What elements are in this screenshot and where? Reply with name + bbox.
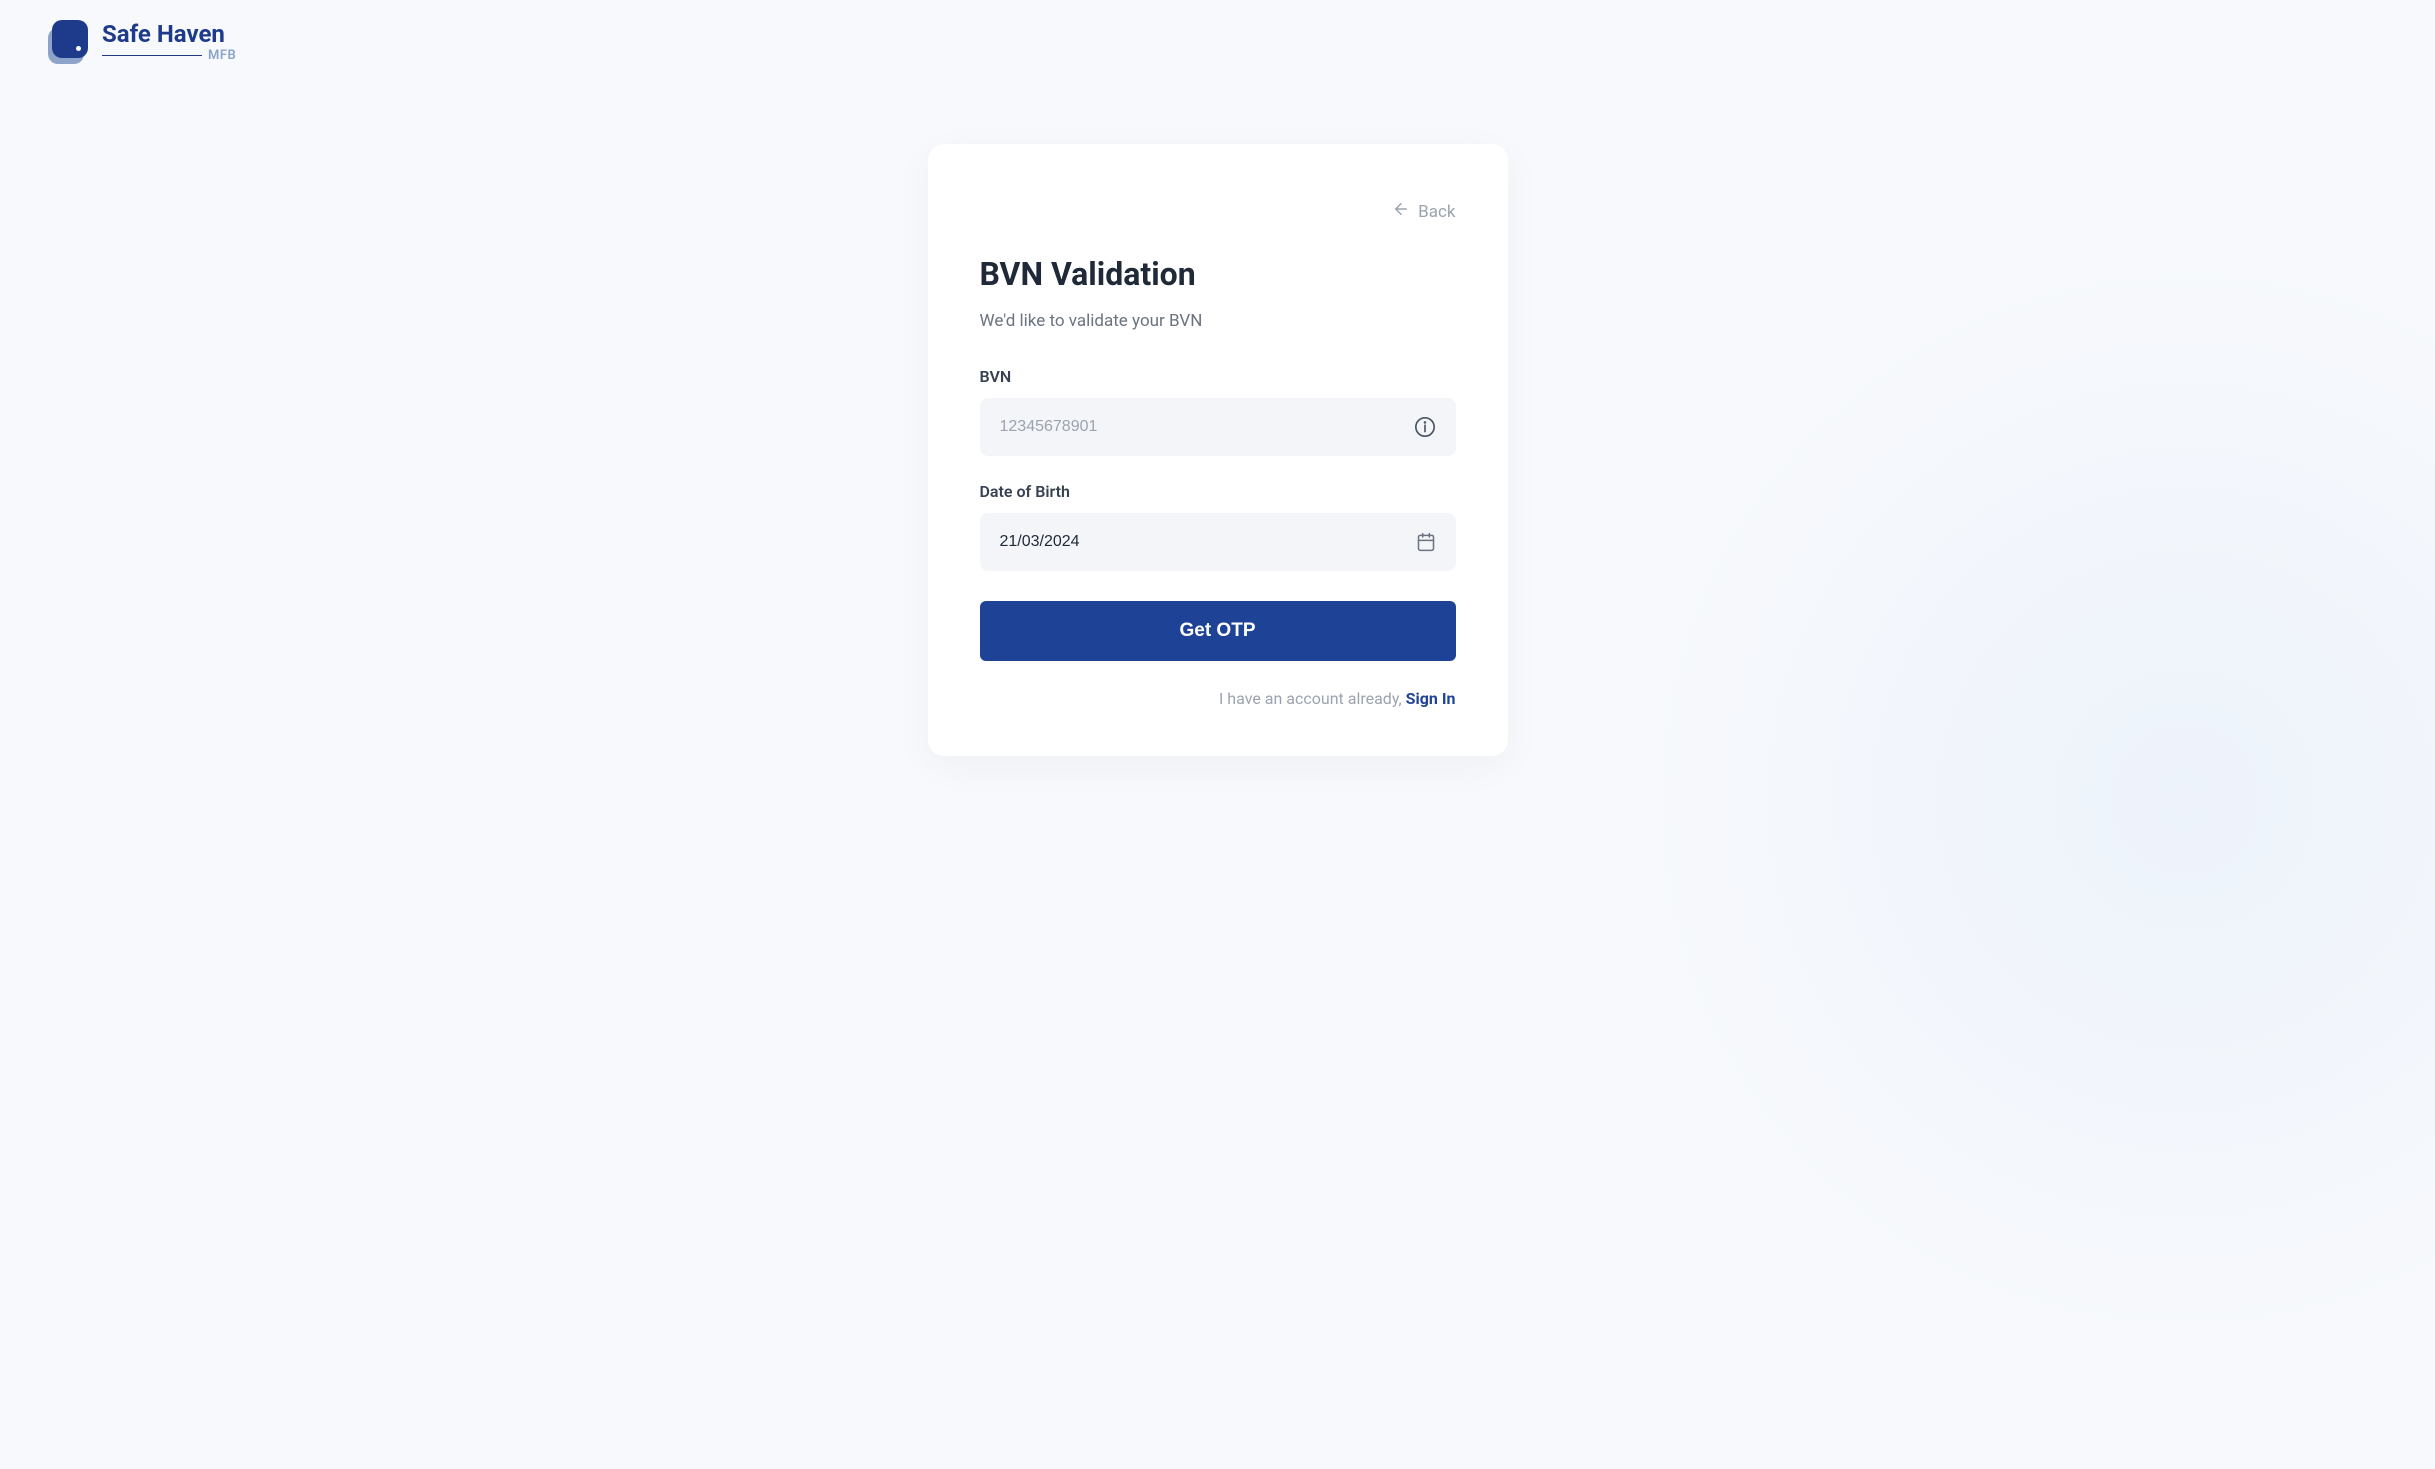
bvn-label: BVN: [980, 367, 1456, 386]
dob-label: Date of Birth: [980, 482, 1456, 501]
sign-in-link[interactable]: Sign In: [1406, 689, 1456, 708]
bvn-validation-card: Back BVN Validation We'd like to validat…: [928, 144, 1508, 756]
brand-name: Safe Haven: [102, 22, 236, 46]
info-icon[interactable]: [1414, 416, 1436, 438]
logo-text: Safe Haven MFB: [102, 22, 236, 62]
bvn-input[interactable]: [980, 398, 1456, 456]
arrow-left-icon: [1392, 200, 1410, 223]
get-otp-button[interactable]: Get OTP: [980, 601, 1456, 661]
signin-prompt: I have an account already, Sign In: [980, 689, 1456, 708]
back-label: Back: [1418, 202, 1455, 222]
brand-sub: MFB: [208, 49, 236, 62]
logo-mark: [48, 20, 92, 64]
dob-input[interactable]: [980, 513, 1456, 571]
header: Safe Haven MFB: [0, 0, 2435, 84]
back-button[interactable]: Back: [980, 200, 1456, 223]
calendar-icon[interactable]: [1416, 532, 1436, 552]
page-subtitle: We'd like to validate your BVN: [980, 311, 1456, 331]
page-title: BVN Validation: [980, 255, 1456, 293]
signin-prompt-text: I have an account already,: [1219, 689, 1406, 708]
